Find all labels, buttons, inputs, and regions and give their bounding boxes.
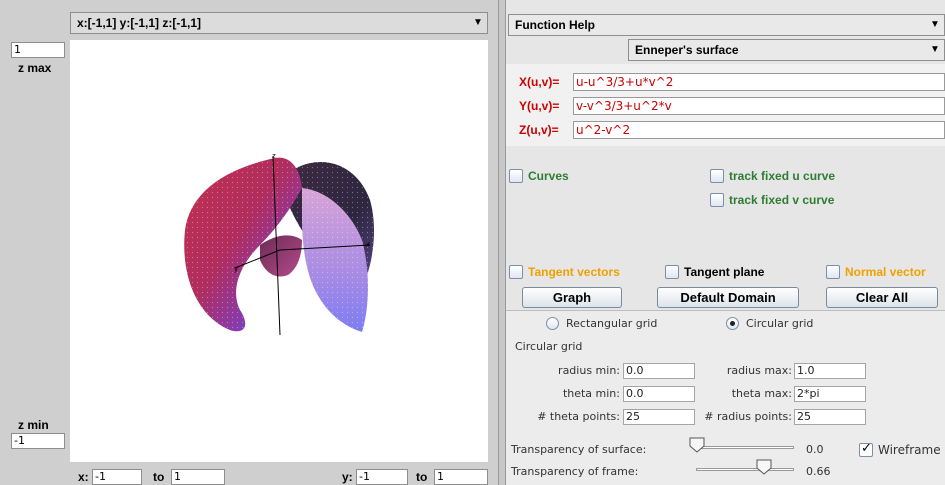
theta-points-field[interactable]: 25 [623,409,695,425]
frame-slider-track [696,468,794,471]
tangent-vectors-label: Tangent vectors [528,265,620,279]
track-u-label: track fixed u curve [729,169,836,183]
theta-max-label: theta max: [731,387,792,400]
tangent-plane-checkbox[interactable] [665,265,679,279]
y-from-field[interactable]: -1 [356,469,408,485]
tangent-vectors-checkbox[interactable] [509,265,523,279]
surface-plot-canvas[interactable]: z y x [70,40,488,462]
y-domain-label: y: [342,470,353,484]
chevron-down-icon: ▼ [930,44,940,55]
track-u-checkbox[interactable] [710,169,724,183]
normal-vector-checkbox[interactable] [826,265,840,279]
surface-transparency-value: 0.0 [806,443,824,456]
x-to-label: to [153,470,165,484]
x-equation-label: X(u,v)= [519,75,560,89]
z-min-label: z min [18,418,49,432]
x-equation-field[interactable]: u-u^3/3+u*v^2 [573,73,945,91]
view-range-selector[interactable]: x:[-1,1] y:[-1,1] z:[-1,1] ▼ [70,12,488,34]
split-pane-divider[interactable] [498,0,506,485]
grid-section-title: Circular grid [515,340,583,353]
x-to-field[interactable]: 1 [171,469,225,485]
radius-max-field[interactable]: 1.0 [794,363,866,379]
y-to-label: to [416,470,428,484]
curves-label: Curves [528,169,569,183]
z-max-field[interactable]: 1 [11,42,65,58]
radius-points-label: # radius points: [704,410,792,423]
enneper-surface-render[interactable]: z y x [70,40,488,462]
surface-slider-thumb[interactable] [689,437,705,453]
z-equation-field[interactable]: u^2-v^2 [573,121,945,139]
graph-button[interactable]: Graph [522,287,622,308]
theta-min-field[interactable]: 0.0 [623,386,695,402]
normal-vector-label: Normal vector [845,265,926,279]
frame-transparency-label: Transparency of frame: [511,465,639,478]
surface-selector-text: Enneper's surface [635,43,739,57]
chevron-down-icon: ▼ [473,17,483,28]
view-range-text: x:[-1,1] y:[-1,1] z:[-1,1] [77,16,202,30]
radius-min-label: radius min: [558,364,620,377]
rectangular-grid-label: Rectangular grid [566,317,658,330]
surface-selector[interactable]: Enneper's surface ▼ [628,39,945,61]
radius-min-field[interactable]: 0.0 [623,363,695,379]
theta-max-field[interactable]: 2*pi [794,386,866,402]
axis-label-x: x [366,240,370,248]
axis-label-z: z [272,152,276,160]
radius-points-field[interactable]: 25 [794,409,866,425]
function-help-text: Function Help [515,18,595,32]
tangent-plane-label: Tangent plane [684,265,765,279]
y-equation-label: Y(u,v)= [519,99,560,113]
radius-max-label: radius max: [726,364,792,377]
wireframe-label: Wireframe [878,443,941,457]
checkmark-icon: ✓ [861,441,872,456]
chevron-down-icon: ▼ [930,19,940,30]
frame-slider-thumb[interactable] [756,459,772,475]
z-min-field[interactable]: -1 [11,433,65,449]
rectangular-grid-radio[interactable] [546,317,559,330]
y-to-field[interactable]: 1 [434,469,488,485]
clear-all-button[interactable]: Clear All [826,287,938,308]
function-help-selector[interactable]: Function Help ▼ [508,14,945,36]
track-v-label: track fixed v curve [729,193,835,207]
wireframe-checkbox[interactable]: ✓ [859,441,873,457]
axis-label-y: y [234,265,238,273]
circular-grid-radio[interactable] [726,317,739,330]
frame-transparency-value: 0.66 [806,465,831,478]
default-domain-button[interactable]: Default Domain [657,287,799,308]
z-equation-label: Z(u,v)= [519,123,559,137]
curves-checkbox[interactable] [509,169,523,183]
track-v-checkbox[interactable] [710,193,724,207]
z-max-label: z max [18,61,52,75]
theta-points-label: # theta points: [537,410,620,423]
theta-min-label: theta min: [562,387,620,400]
surface-slider-track [696,446,794,449]
y-equation-field[interactable]: v-v^3/3+u^2*v [573,97,945,115]
x-domain-label: x: [78,470,89,484]
circular-grid-label: Circular grid [746,317,814,330]
surface-transparency-label: Transparency of surface: [511,443,647,456]
x-from-field[interactable]: -1 [92,469,142,485]
